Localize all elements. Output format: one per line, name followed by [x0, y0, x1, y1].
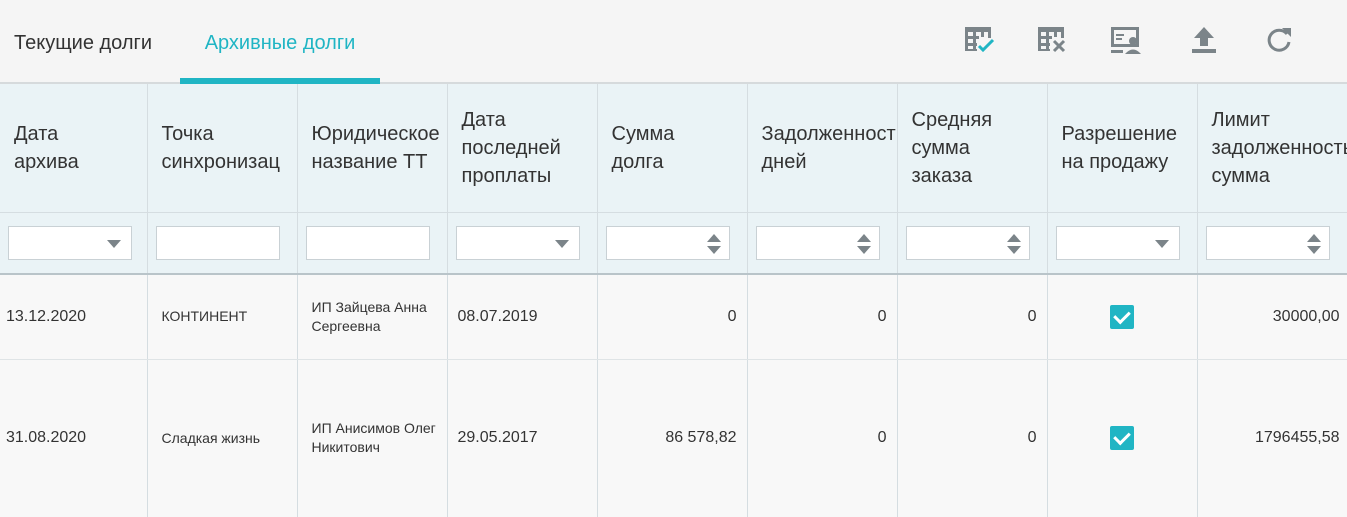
- cell-last-payment-date: 08.07.2019: [447, 274, 598, 360]
- refresh-icon: [1267, 28, 1291, 52]
- spin-up-icon[interactable]: [856, 233, 871, 242]
- top-bar: Текущие долги Архивные долги: [0, 0, 1347, 84]
- cell-debt-limit: 30000,00: [1197, 274, 1347, 360]
- spin-down-icon[interactable]: [856, 245, 871, 254]
- spin-down-icon[interactable]: [706, 245, 721, 254]
- cell-avg-order: 0: [897, 274, 1048, 360]
- upload-button[interactable]: [1186, 22, 1222, 58]
- col-header-debt-days[interactable]: Задолженность дней: [747, 84, 898, 212]
- col-header-sync-point[interactable]: Точка синхронизац: [147, 84, 298, 212]
- cell-archive-date: 31.08.2020: [0, 359, 148, 517]
- table-user-icon: [1111, 27, 1141, 54]
- debts-table: Дата архива Точка синхронизац Юридическо…: [0, 84, 1347, 517]
- chevron-down-icon: [554, 239, 569, 248]
- sale-permission-checkbox[interactable]: [1110, 304, 1134, 329]
- col-header-sale-permission[interactable]: Разрешение на продажу: [1047, 84, 1198, 212]
- cell-sale-permission: [1047, 274, 1198, 360]
- table-row[interactable]: 31.08.2020 Сладкая жизнь ИП Анисимов Оле…: [0, 359, 1347, 517]
- spin-up-icon[interactable]: [706, 233, 721, 242]
- col-header-debt-sum[interactable]: Сумма долга: [597, 84, 748, 212]
- col-header-archive-date[interactable]: Дата архива: [0, 84, 148, 212]
- table-remove-icon: [1038, 27, 1066, 53]
- filter-avg-order-spinner[interactable]: [905, 225, 1030, 260]
- refresh-button[interactable]: [1261, 22, 1297, 58]
- table-check-button[interactable]: [961, 22, 997, 58]
- table-user-button[interactable]: [1108, 22, 1144, 58]
- cell-avg-order: 0: [897, 359, 1048, 517]
- filter-last-payment-date-dropdown[interactable]: [455, 225, 580, 260]
- filter-archive-date-dropdown[interactable]: [8, 225, 132, 260]
- cell-sale-permission: [1047, 359, 1198, 517]
- spin-up-icon[interactable]: [1306, 233, 1321, 242]
- filter-sync-point-input[interactable]: [155, 225, 280, 260]
- col-header-avg-order[interactable]: Средняя сумма заказа: [897, 84, 1048, 212]
- filter-sale-permission-dropdown[interactable]: [1055, 225, 1180, 260]
- chevron-down-icon: [107, 239, 121, 248]
- col-header-legal-name[interactable]: Юридическое название ТТ: [297, 84, 448, 212]
- filter-debt-sum-spinner[interactable]: [605, 225, 730, 260]
- cell-debt-days: 0: [747, 274, 898, 360]
- cell-sync-point: КОНТИНЕНТ: [147, 274, 298, 360]
- cell-last-payment-date: 29.05.2017: [447, 359, 598, 517]
- cell-legal-name: ИП Анисимов Олег Никитович: [297, 359, 448, 517]
- upload-icon: [1192, 27, 1216, 53]
- col-header-debt-limit[interactable]: Лимит задолженность сумма: [1197, 84, 1347, 212]
- tab-archived-debts[interactable]: Архивные долги: [180, 0, 380, 84]
- spin-up-icon[interactable]: [1006, 233, 1021, 242]
- cell-debt-days: 0: [747, 359, 898, 517]
- cell-sync-point: Сладкая жизнь: [147, 359, 298, 517]
- chevron-down-icon: [1154, 239, 1169, 248]
- cell-legal-name: ИП Зайцева Анна Сергеевна: [297, 274, 448, 360]
- cell-archive-date: 13.12.2020: [0, 274, 148, 360]
- cell-debt-sum: 0: [597, 274, 748, 360]
- table-row[interactable]: 13.12.2020 КОНТИНЕНТ ИП Зайцева Анна Сер…: [0, 274, 1347, 360]
- col-header-last-payment-date[interactable]: Дата последней проплаты: [447, 84, 598, 212]
- table-check-icon: [965, 27, 995, 53]
- spin-down-icon[interactable]: [1306, 245, 1321, 254]
- cell-debt-limit: 1796455,58: [1197, 359, 1347, 517]
- filter-debt-limit-spinner[interactable]: [1205, 225, 1330, 260]
- archived-debts-grid: Дата архива Точка синхронизац Юридическо…: [0, 84, 1347, 517]
- spin-down-icon[interactable]: [1006, 245, 1021, 254]
- table-remove-button[interactable]: [1034, 22, 1070, 58]
- tab-current-debts[interactable]: Текущие долги: [14, 0, 152, 82]
- sale-permission-checkbox[interactable]: [1110, 426, 1134, 450]
- filter-debt-days-spinner[interactable]: [755, 225, 880, 260]
- filter-legal-name-input[interactable]: [305, 225, 430, 260]
- cell-debt-sum: 86 578,82: [597, 359, 748, 517]
